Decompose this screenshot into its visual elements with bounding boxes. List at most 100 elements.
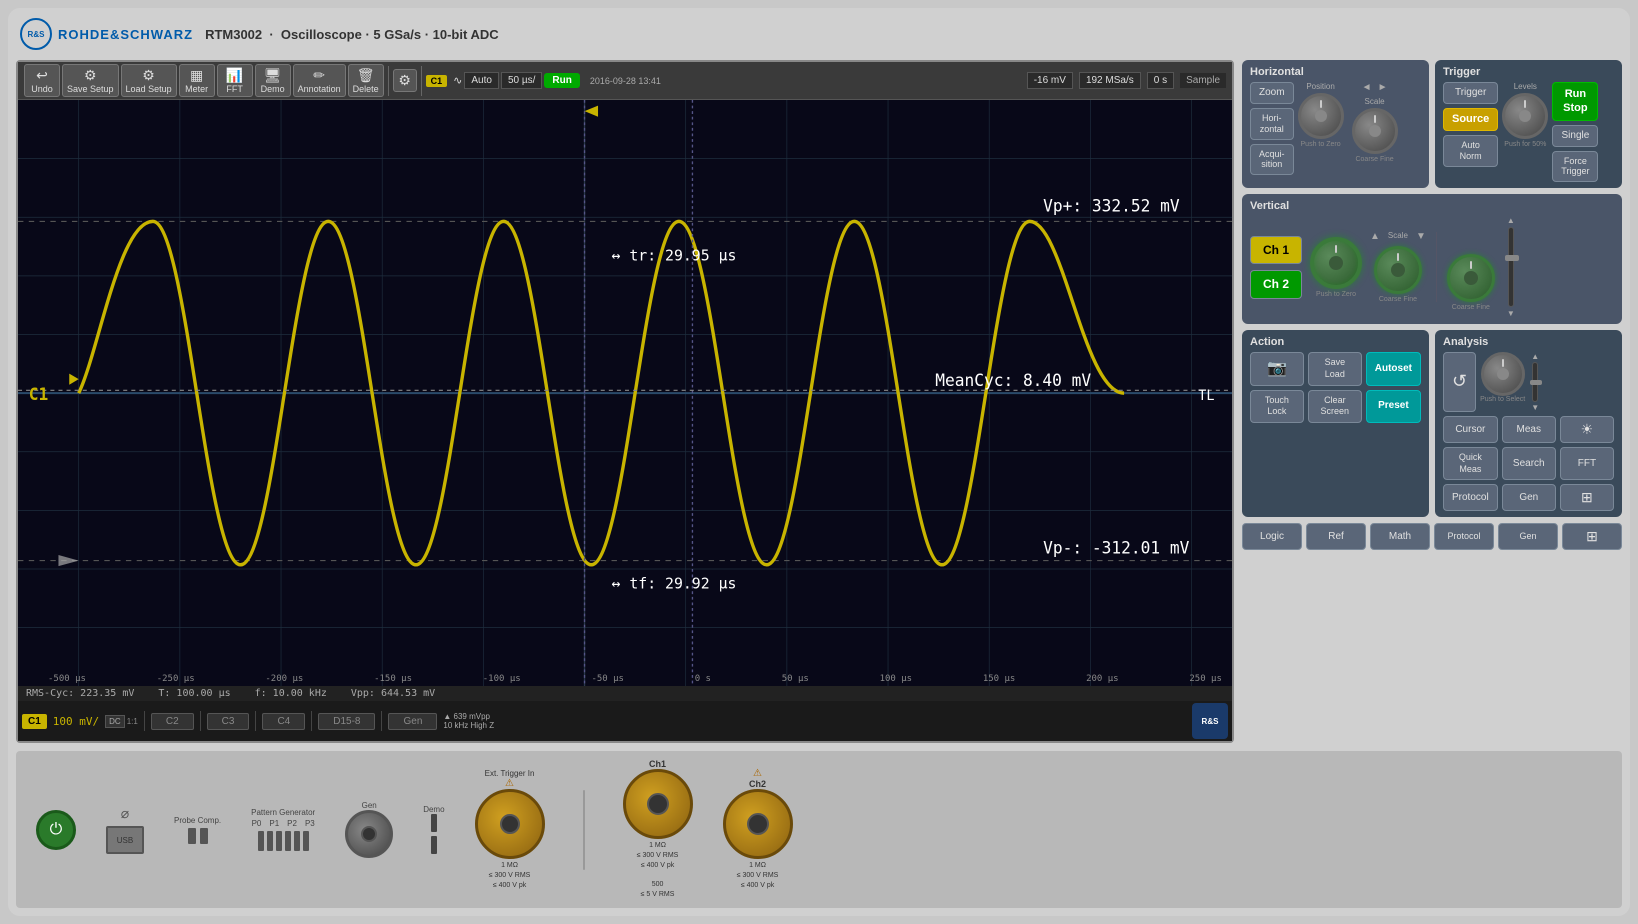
ch1-ratio: 1:1 [127, 717, 138, 726]
preset-button[interactable]: Preset [1366, 390, 1421, 423]
rs-logo-text: R&S [28, 30, 45, 39]
vert-down-arrow: ▼ [1416, 231, 1426, 242]
datetime: 2016-09-28 13:41 [590, 76, 661, 86]
protocol-bottom-button[interactable]: Protocol [1434, 523, 1494, 550]
save-setup-button[interactable]: ⚙ Save Setup [62, 64, 119, 97]
ch2-front-label: Ch2 [749, 779, 766, 789]
sample-rate: 192 MSa/s [1079, 72, 1141, 89]
run-stop-button[interactable]: Run Stop [1552, 82, 1598, 121]
frequency: f: 10.00 kHz [255, 688, 327, 699]
demo-terminal-1 [431, 814, 437, 832]
fft-button[interactable]: 📊 FFT [217, 64, 253, 97]
levels-knob[interactable] [1502, 93, 1548, 139]
math-button[interactable]: Math [1370, 523, 1430, 550]
touch-lock-button[interactable]: Touch Lock [1250, 390, 1304, 423]
power-button[interactable]: ⏻ [36, 810, 76, 850]
pattern-pin-labels: P0 P1 P2 P3 [252, 819, 315, 828]
ch1-vert-button[interactable]: Ch 1 [1250, 236, 1302, 264]
levels-label: Levels [1514, 82, 1537, 91]
force-trigger-button[interactable]: Force Trigger [1552, 151, 1598, 183]
meter-button[interactable]: ▦ Meter [179, 64, 215, 97]
front-separator [583, 790, 585, 870]
ext-trigger-group: Ext. Trigger In ⚠ 1 MΩ≤ 300 V RMS≤ 400 V… [475, 769, 545, 890]
acquisition-button[interactable]: Acqui- sition [1250, 144, 1294, 176]
auto-norm-button[interactable]: Auto Norm [1443, 135, 1498, 167]
horiz-arrow-left: ◄ [1362, 82, 1372, 93]
undo-button[interactable]: ↩ Undo [24, 64, 60, 97]
single-button[interactable]: Single [1552, 125, 1598, 147]
d15-8-button[interactable]: D15-8 [318, 713, 375, 730]
demo-terminal-2 [431, 836, 437, 854]
load-setup-button[interactable]: ⚙ Load Setup [121, 64, 177, 97]
ref-button[interactable]: Ref [1306, 523, 1366, 550]
ch1-coupling: DC [105, 715, 125, 728]
trigger-button[interactable]: Trigger [1443, 82, 1498, 104]
intensity-button[interactable]: ☀ [1560, 416, 1614, 443]
demo-label: Demo [423, 805, 444, 814]
vert-up-arrow: ▲ [1370, 231, 1380, 242]
waveform-icon: ∿ [453, 74, 462, 87]
ch1-front-label: Ch1 [649, 759, 666, 769]
fft-analysis-button[interactable]: FFT [1560, 447, 1614, 480]
quick-meas-button[interactable]: Quick Meas [1443, 447, 1498, 480]
usb-area: ⌀ USB [106, 805, 144, 854]
svg-text:MeanCyc: 8.40 mV: MeanCyc: 8.40 mV [935, 371, 1091, 390]
ch1-vert-knob[interactable] [1310, 237, 1362, 289]
push-to-select: Push to Select [1480, 396, 1525, 403]
svg-text:↔ tf: 29.92 µs: ↔ tf: 29.92 µs [612, 574, 737, 592]
camera-button[interactable]: 📷 [1250, 352, 1304, 385]
coarse-fine-horiz: Coarse Fine [1355, 156, 1393, 163]
ch4-button[interactable]: C4 [262, 713, 305, 730]
ch2-bnc [723, 789, 793, 859]
channel-badge: C1 [426, 75, 448, 87]
rs-badge: R&S [1192, 703, 1228, 739]
annotation-button[interactable]: ✏ Annotation [293, 64, 346, 97]
vpp: Vpp: 644.53 mV [351, 688, 435, 699]
meas-button[interactable]: Meas [1502, 416, 1556, 443]
demo-button[interactable]: 🖥 Demo [255, 64, 291, 97]
ext-trigger-label: Ext. Trigger In [485, 769, 535, 778]
logo-area: R&S ROHDE&SCHWARZ [20, 18, 193, 50]
ch2-front-group: ⚠ Ch2 1 MΩ≤ 300 V RMS≤ 400 V pk [723, 768, 793, 890]
osc-screen: 400 mV 300 mV 200 mV 100 mV 0 V -100 mV … [18, 100, 1232, 686]
action-panel: Action 📷 Save Load Autoset Touch Lock Cl… [1242, 330, 1429, 517]
clear-screen-button[interactable]: Clear Screen [1308, 390, 1362, 423]
usb-port: USB [106, 826, 144, 854]
protocol-button[interactable]: Protocol [1443, 484, 1498, 511]
scale-knob[interactable] [1352, 108, 1398, 154]
ch1-button[interactable]: C1 [22, 714, 47, 729]
grid-bottom-button[interactable]: ⊞ [1562, 523, 1622, 550]
analysis-title: Analysis [1443, 336, 1614, 348]
ch2-vert-button[interactable]: Ch 2 [1250, 270, 1302, 298]
search-button[interactable]: Search [1502, 447, 1556, 480]
gen-analysis-button[interactable]: Gen [1502, 484, 1556, 511]
pin-p0 [258, 831, 264, 851]
refresh-button[interactable]: ↺ [1443, 352, 1476, 412]
zoom-button[interactable]: Zoom [1250, 82, 1294, 104]
gen-ch-button[interactable]: Gen [388, 713, 437, 730]
position-knob[interactable] [1298, 93, 1344, 139]
svg-text:Vp-: -312.01 mV: Vp-: -312.01 mV [1043, 538, 1189, 557]
autoset-button[interactable]: Autoset [1366, 352, 1421, 385]
ch3-button[interactable]: C3 [207, 713, 250, 730]
cursor-button[interactable]: Cursor [1443, 416, 1498, 443]
ext-trigger-bnc [475, 789, 545, 859]
source-button[interactable]: Source [1443, 108, 1498, 131]
settings-button[interactable]: ⚙ [393, 69, 417, 92]
ch2-scale-knob[interactable] [1447, 254, 1495, 302]
grid-button[interactable]: ⊞ [1560, 484, 1614, 511]
usb-icon: ⌀ [121, 805, 129, 822]
delete-button[interactable]: 🗑 Delete [348, 64, 384, 97]
horiz-trigger-row: Horizontal Zoom Hori- zontal Acqui- siti… [1242, 60, 1622, 188]
gen-bottom-button[interactable]: Gen [1498, 523, 1558, 550]
save-load-button[interactable]: Save Load [1308, 352, 1362, 385]
waveform-display: Vp+: 332.52 mV Vp-: -312.01 mV MeanCyc: … [18, 100, 1232, 686]
svg-text:TL: TL [1198, 388, 1214, 404]
analysis-knob[interactable] [1481, 352, 1525, 396]
logic-button[interactable]: Logic [1242, 523, 1302, 550]
ch1-scale-knob[interactable] [1374, 246, 1422, 294]
horizontal-button[interactable]: Hori- zontal [1250, 108, 1294, 140]
probe-terminal-2 [200, 828, 208, 844]
ch2-button[interactable]: C2 [151, 713, 194, 730]
push-50-label: Push for 50% [1504, 141, 1546, 148]
